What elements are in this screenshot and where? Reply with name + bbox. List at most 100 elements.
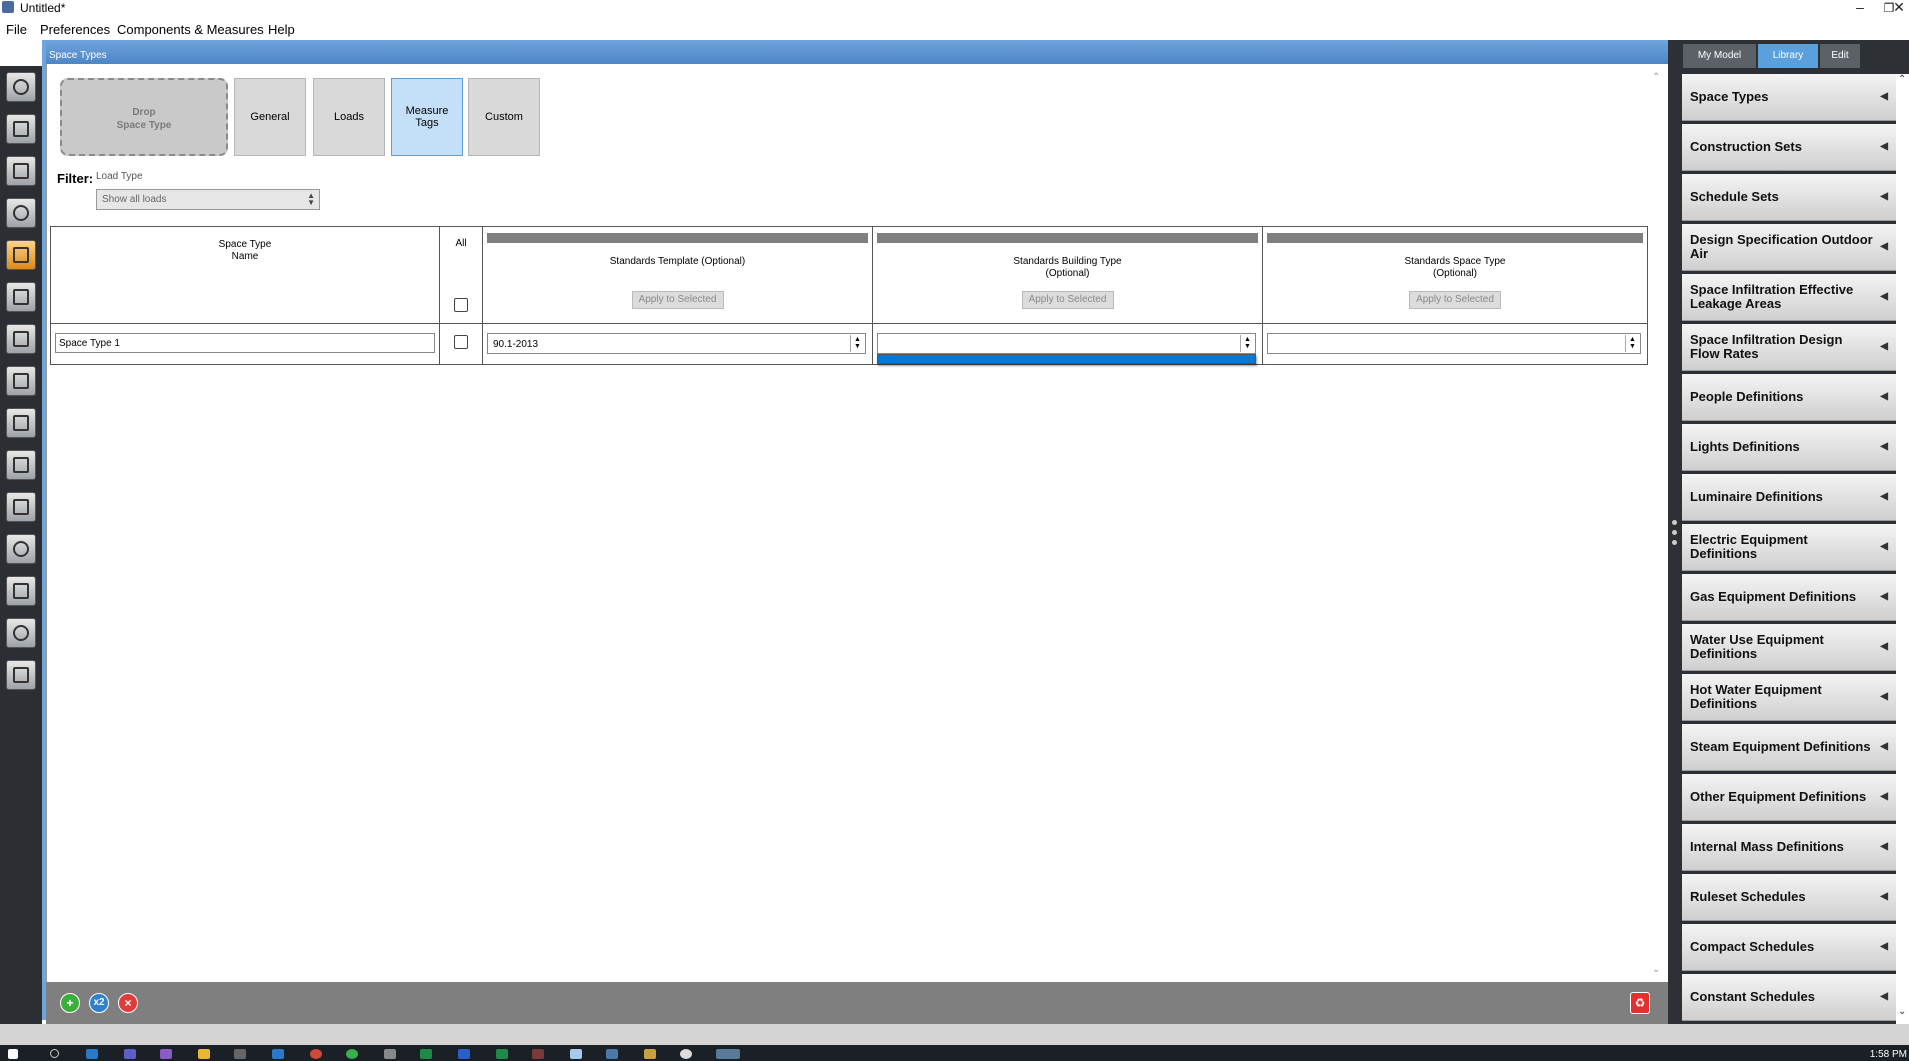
scroll-down-icon[interactable]: ⌄	[1898, 1006, 1906, 1017]
building-summary-icon[interactable]	[6, 492, 36, 522]
standards-space-type-combo[interactable]: ▲ ▼	[1267, 333, 1641, 354]
space-type-name-input[interactable]: Space Type 1	[55, 333, 435, 353]
list-item[interactable]: Construction Sets ◀	[1682, 124, 1896, 171]
tab-custom[interactable]: Custom	[468, 78, 540, 156]
start-icon[interactable]	[8, 1049, 18, 1059]
drop-space-type-zone[interactable]: Drop Space Type	[60, 78, 228, 156]
geometry-icon[interactable]	[6, 282, 36, 312]
tab-loads[interactable]: Loads	[313, 78, 385, 156]
menu-file[interactable]: File	[6, 22, 27, 37]
expand-left-icon: ◀	[1880, 741, 1888, 752]
taskbar-app-icon[interactable]	[570, 1049, 582, 1059]
run-simulation-icon[interactable]	[6, 618, 36, 648]
taskbar-app-icon[interactable]	[346, 1049, 358, 1059]
space-types-icon[interactable]	[6, 240, 36, 270]
file-explorer-icon[interactable]	[198, 1049, 210, 1059]
taskbar-app-icon[interactable]	[606, 1049, 618, 1059]
list-item[interactable]: Internal Mass Definitions ◀	[1682, 824, 1896, 871]
search-icon[interactable]	[50, 1049, 59, 1058]
taskbar-app-icon[interactable]	[680, 1049, 692, 1059]
minimize-icon[interactable]: –	[1846, 0, 1874, 15]
output-variables-icon[interactable]	[6, 534, 36, 564]
taskbar-openstudio-icon[interactable]	[716, 1049, 740, 1059]
list-item[interactable]: Luminaire Definitions ◀	[1682, 474, 1896, 521]
filter-load-type-label: Load Type	[96, 171, 143, 182]
thermal-zones-icon[interactable]	[6, 408, 36, 438]
menu-components-measures[interactable]: Components & Measures	[117, 22, 264, 37]
list-item[interactable]: Ruleset Schedules ◀	[1682, 874, 1896, 921]
taskbar-app-icon[interactable]	[532, 1049, 544, 1059]
tab-my-model[interactable]: My Model	[1683, 44, 1756, 68]
list-item[interactable]: Space Infiltration Effective Leakage Are…	[1682, 274, 1896, 321]
col-name-header: Space Type Name	[51, 227, 440, 323]
taskbar-app-icon[interactable]	[272, 1049, 284, 1059]
copy-object-button[interactable]: x2	[89, 993, 109, 1013]
taskbar-app-icon[interactable]	[124, 1049, 136, 1059]
taskbar-app-icon[interactable]	[384, 1049, 396, 1059]
menu-preferences[interactable]: Preferences	[40, 22, 110, 37]
hvac-systems-icon[interactable]	[6, 450, 36, 480]
list-item[interactable]: Electric Equipment Definitions ◀	[1682, 524, 1896, 571]
list-item[interactable]: Water Use Equipment Definitions ◀	[1682, 624, 1896, 671]
purge-trash-icon[interactable]: ♻	[1630, 992, 1650, 1014]
library-scrollbar[interactable]: ⌃ ⌄	[1896, 74, 1909, 1024]
panel-splitter-handle[interactable]	[1672, 520, 1678, 550]
constructions-icon[interactable]	[6, 156, 36, 186]
tab-library[interactable]: Library	[1758, 44, 1818, 68]
facility-icon[interactable]	[6, 324, 36, 354]
tab-edit[interactable]: Edit	[1820, 44, 1860, 68]
taskbar-app-icon[interactable]	[644, 1049, 656, 1059]
expand-left-icon: ◀	[1880, 191, 1888, 202]
add-object-button[interactable]: +	[60, 993, 80, 1013]
select-all-checkbox[interactable]	[454, 298, 468, 312]
row-standards-building-type-cell: ▲ ▼	[873, 323, 1263, 364]
close-icon[interactable]: ✕	[1890, 0, 1908, 16]
remove-object-button[interactable]: ×	[118, 993, 138, 1013]
menu-help[interactable]: Help	[268, 22, 295, 37]
results-summary-icon[interactable]	[6, 660, 36, 690]
expand-left-icon: ◀	[1880, 541, 1888, 552]
list-item[interactable]: Design Specification Outdoor Air ◀	[1682, 224, 1896, 271]
load-type-select[interactable]: Show all loads ▲ ▼	[96, 189, 320, 210]
spaces-icon[interactable]	[6, 366, 36, 396]
taskbar-app-icon[interactable]	[496, 1049, 508, 1059]
list-item[interactable]: Other Equipment Definitions ◀	[1682, 774, 1896, 821]
building-type-dropdown-highlight[interactable]	[877, 354, 1256, 364]
main-scroll-up-icon[interactable]: ⌃	[1652, 72, 1660, 83]
list-item[interactable]: Gas Equipment Definitions ◀	[1682, 574, 1896, 621]
main-scroll-down-icon[interactable]: ⌄	[1652, 964, 1660, 975]
apply-standards-building-type-button[interactable]: Apply to Selected	[1021, 291, 1114, 309]
taskbar-app-icon[interactable]	[420, 1049, 432, 1059]
site-icon[interactable]	[6, 72, 36, 102]
scroll-up-icon[interactable]: ⌃	[1898, 74, 1906, 85]
standards-building-type-combo[interactable]: ▲ ▼	[877, 333, 1256, 354]
list-item[interactable]: Compact Schedules ◀	[1682, 924, 1896, 971]
taskbar-app-icon[interactable]	[86, 1049, 98, 1059]
schedules-icon[interactable]	[6, 114, 36, 144]
apply-standards-template-button[interactable]: Apply to Selected	[631, 291, 724, 309]
loads-icon[interactable]	[6, 198, 36, 228]
expand-left-icon: ◀	[1880, 891, 1888, 902]
tab-general[interactable]: General	[234, 78, 306, 156]
os-taskbar: 1:58 PM	[0, 1045, 1909, 1061]
taskbar-app-icon[interactable]	[458, 1049, 470, 1059]
list-item[interactable]: Steam Equipment Definitions ◀	[1682, 724, 1896, 771]
taskbar-app-icon[interactable]	[160, 1049, 172, 1059]
list-item[interactable]: Schedule Sets ◀	[1682, 174, 1896, 221]
list-item[interactable]: Space Types ◀	[1682, 74, 1896, 121]
simulation-settings-icon[interactable]	[6, 576, 36, 606]
row-select-cell	[440, 323, 483, 364]
taskbar-app-icon[interactable]	[234, 1049, 246, 1059]
tab-measure-tags[interactable]: Measure Tags	[391, 78, 463, 156]
list-item[interactable]: Lights Definitions ◀	[1682, 424, 1896, 471]
col-standards-template-label: Standards Template (Optional)	[609, 256, 746, 267]
list-item[interactable]: Hot Water Equipment Definitions ◀	[1682, 674, 1896, 721]
standards-template-combo[interactable]: 90.1-2013 ▲ ▼	[487, 333, 866, 354]
list-item[interactable]: People Definitions ◀	[1682, 374, 1896, 421]
expand-left-icon: ◀	[1880, 391, 1888, 402]
list-item[interactable]: Constant Schedules ◀	[1682, 974, 1896, 1021]
list-item[interactable]: Space Infiltration Design Flow Rates ◀	[1682, 324, 1896, 371]
browser-icon[interactable]	[310, 1049, 322, 1059]
row-select-checkbox[interactable]	[454, 335, 468, 349]
apply-standards-space-type-button[interactable]: Apply to Selected	[1409, 291, 1501, 309]
